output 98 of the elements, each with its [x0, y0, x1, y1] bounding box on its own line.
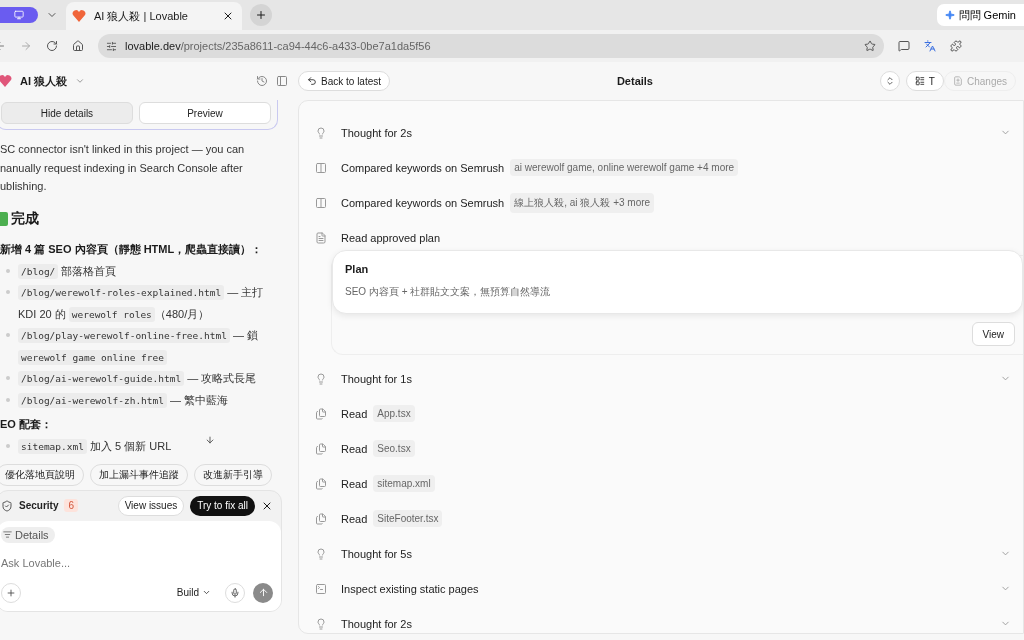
back-to-latest-button[interactable]: Back to latest [298, 71, 391, 91]
step-label: Thought for 2s [341, 126, 412, 139]
heart-logo-icon [72, 9, 86, 23]
bullet-icon [6, 268, 10, 273]
gemini-button[interactable]: 問問 Gemin [936, 4, 1024, 26]
sparkle-icon [944, 10, 955, 20]
project-name[interactable]: AI 狼人殺 [20, 73, 68, 89]
security-label: Security [19, 500, 59, 511]
lightbulb-icon [315, 126, 327, 139]
step-tag: SiteFooter.tsx [373, 510, 443, 527]
step-label: Read [341, 442, 368, 455]
chevron-down-icon[interactable] [75, 76, 86, 86]
profile-button[interactable] [0, 7, 38, 23]
columns-icon [315, 196, 327, 209]
step-label: Inspect existing static pages [341, 582, 479, 595]
panel-title: Details [615, 75, 654, 87]
expand-button[interactable] [879, 71, 900, 91]
tab[interactable]: T [905, 71, 944, 91]
heading: 完成 [11, 209, 39, 228]
list-item: sitemap.xml 加入 5 個新 URL [18, 436, 268, 458]
details-chip[interactable]: Details [1, 526, 55, 543]
files-icon [315, 477, 327, 490]
bullet-icon [6, 376, 10, 380]
send-button[interactable] [253, 582, 273, 603]
step-tag: App.tsx [373, 405, 415, 422]
bullet-icon [6, 444, 10, 448]
filter-icon [3, 530, 12, 539]
step-label: Read [341, 477, 368, 490]
shield-icon [1, 499, 13, 512]
arrow-down-icon [205, 435, 215, 445]
extensions-icon[interactable] [950, 40, 962, 52]
address-bar[interactable]: lovable.dev/projects/235a8611-ca94-44c6-a433-0be7a1da5f56 [98, 34, 884, 58]
site-settings-icon[interactable] [106, 40, 117, 52]
lightbulb-icon [315, 547, 327, 560]
star-icon[interactable] [864, 40, 876, 52]
list-icon [914, 76, 925, 86]
section-title: 新增 4 篇 SEO 內容頁（靜態 HTML，爬蟲直接讀）： [0, 241, 264, 257]
arrow-up-icon [257, 587, 269, 598]
step-label: Compared keywords on Semrush [341, 161, 505, 174]
step-label: Compared keywords on Semrush [341, 196, 505, 209]
history-icon[interactable] [256, 75, 268, 87]
add-button[interactable] [1, 582, 21, 603]
chat-extension-icon[interactable] [898, 40, 910, 52]
toggle-button[interactable]: Preview [139, 102, 271, 124]
undo-arrow-icon [307, 76, 317, 86]
step-label: Read [341, 512, 368, 525]
plan-description: SEO 內容頁 + 社群貼文文案，無預算自然導流 [345, 285, 552, 299]
step-tag: sitemap.xml [373, 475, 435, 492]
step-label: Thought for 1s [341, 372, 412, 385]
view-issues-button[interactable]: View issues [117, 495, 185, 516]
step-label: Thought for 2s [341, 617, 412, 630]
heart-logo-icon [0, 74, 12, 88]
step-label: Read approved plan [341, 231, 441, 244]
step-tag: Seo.tsx [373, 440, 415, 457]
browser-tab[interactable]: AI 狼人殺 | Lovable [66, 2, 242, 30]
file-icon [315, 231, 327, 244]
toggle-button[interactable]: Hide details [1, 102, 133, 124]
translate-icon[interactable] [924, 40, 936, 52]
columns-icon [315, 161, 327, 174]
files-icon [315, 442, 327, 455]
list-item: /blog/ 部落格首頁 [18, 260, 268, 282]
bullet-icon [6, 333, 10, 337]
reload-icon[interactable] [46, 40, 58, 52]
list-item: /blog/werewolf-roles-explained.html — 主打 KDI 20 的 werewolf roles （480/月） [18, 284, 265, 324]
lightbulb-icon [315, 617, 327, 630]
monitor-icon [14, 10, 24, 20]
mode-dropdown[interactable]: Build [170, 586, 217, 599]
step-tag: ai werewolf game, online werewolf game +4 more [510, 159, 739, 176]
new-tab-button[interactable] [250, 4, 272, 26]
bullet-icon [6, 397, 10, 402]
files-icon [315, 512, 327, 525]
step-tag: 線上狼人殺, ai 狼人殺 +3 more [510, 192, 655, 213]
view-button[interactable]: View [971, 322, 1015, 346]
message-paragraph: SC connector isn't linked in this project — you can nanually request indexing in Search Console after ublishing. [0, 142, 246, 194]
files-icon [315, 407, 327, 420]
mic-button[interactable] [225, 582, 245, 603]
suggestion-chip[interactable]: 加上漏斗事件追蹤 [90, 463, 188, 486]
fix-all-button[interactable]: Try to fix all [190, 495, 255, 516]
suggestion-chip[interactable]: 改進新手引導 [194, 463, 272, 486]
list-item: /blog/ai-werewolf-guide.html — 攻略式長尾 [18, 368, 268, 390]
home-icon[interactable] [72, 40, 84, 52]
count-badge: 6 [64, 499, 79, 512]
sidebar-icon[interactable] [276, 75, 288, 87]
section-title: EO 配套： [0, 417, 53, 432]
step-label: Read [341, 407, 368, 420]
list-item: /blog/ai-werewolf-zh.html — 繁中藍海 [18, 389, 268, 411]
close-icon[interactable] [222, 10, 234, 22]
list-item: /blog/play-werewolf-online-free.html — 鎖 werewolf game online free [18, 325, 268, 368]
bullet-icon [6, 290, 10, 294]
plan-title: Plan [345, 263, 370, 275]
message-field[interactable]: Details Ask Lovable... Build [0, 520, 281, 611]
terminal-icon [315, 582, 327, 595]
file-diff-icon [952, 76, 963, 86]
step-label: Thought for 5s [341, 547, 412, 560]
chevron-down-icon [202, 588, 211, 597]
lightbulb-icon [315, 372, 327, 385]
suggestion-chip[interactable]: 優化落地頁說明 [0, 463, 84, 486]
check-icon [0, 211, 8, 226]
